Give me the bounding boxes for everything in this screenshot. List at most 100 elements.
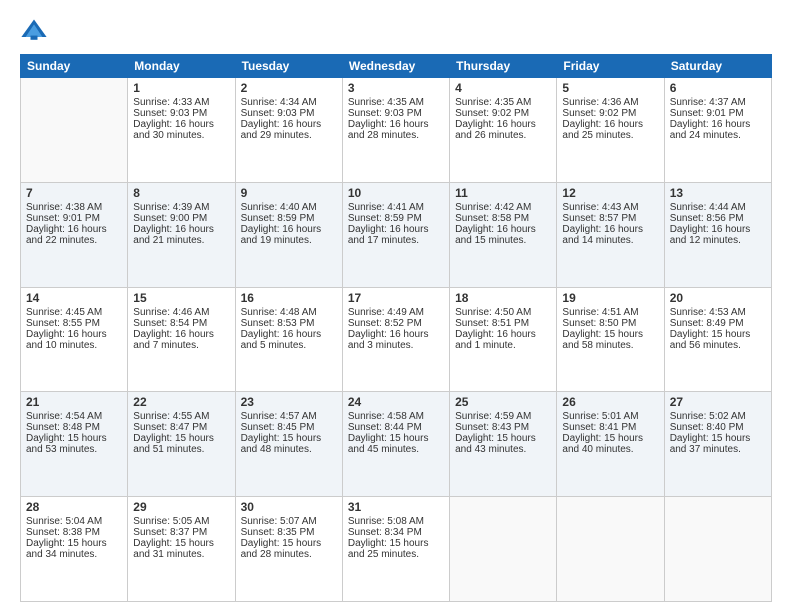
sunset-text: Sunset: 8:55 PM [26, 318, 122, 329]
day-number: 10 [348, 186, 444, 200]
sunrise-text: Sunrise: 4:50 AM [455, 307, 551, 318]
calendar-cell: 18Sunrise: 4:50 AMSunset: 8:51 PMDayligh… [450, 287, 557, 392]
sunrise-text: Sunrise: 4:42 AM [455, 202, 551, 213]
sunrise-text: Sunrise: 4:58 AM [348, 411, 444, 422]
day-number: 15 [133, 291, 229, 305]
day-number: 17 [348, 291, 444, 305]
calendar-cell: 22Sunrise: 4:55 AMSunset: 8:47 PMDayligh… [128, 392, 235, 497]
day-number: 5 [562, 81, 658, 95]
sunset-text: Sunset: 9:03 PM [133, 108, 229, 119]
calendar-cell: 3Sunrise: 4:35 AMSunset: 9:03 PMDaylight… [342, 78, 449, 183]
sunrise-text: Sunrise: 4:34 AM [241, 97, 337, 108]
day-number: 2 [241, 81, 337, 95]
calendar-cell: 19Sunrise: 4:51 AMSunset: 8:50 PMDayligh… [557, 287, 664, 392]
sunrise-text: Sunrise: 4:38 AM [26, 202, 122, 213]
daylight-text: Daylight: 15 hours and 53 minutes. [26, 433, 122, 455]
calendar-cell: 15Sunrise: 4:46 AMSunset: 8:54 PMDayligh… [128, 287, 235, 392]
calendar-cell: 11Sunrise: 4:42 AMSunset: 8:58 PMDayligh… [450, 182, 557, 287]
daylight-text: Daylight: 15 hours and 40 minutes. [562, 433, 658, 455]
sunrise-text: Sunrise: 5:02 AM [670, 411, 766, 422]
calendar-cell: 9Sunrise: 4:40 AMSunset: 8:59 PMDaylight… [235, 182, 342, 287]
sunrise-text: Sunrise: 4:43 AM [562, 202, 658, 213]
header [20, 16, 772, 44]
daylight-text: Daylight: 15 hours and 45 minutes. [348, 433, 444, 455]
calendar-cell [557, 497, 664, 602]
sunset-text: Sunset: 8:50 PM [562, 318, 658, 329]
sunrise-text: Sunrise: 4:41 AM [348, 202, 444, 213]
day-number: 12 [562, 186, 658, 200]
sunrise-text: Sunrise: 4:54 AM [26, 411, 122, 422]
page: SundayMondayTuesdayWednesdayThursdayFrid… [0, 0, 792, 612]
calendar-cell: 21 Sunrise: 4:54 AMSunset: 8:48 PMDayligh… [21, 392, 128, 497]
sunset-text: Sunset: 9:01 PM [670, 108, 766, 119]
sunrise-text: Sunrise: 4:37 AM [670, 97, 766, 108]
calendar-header-row: SundayMondayTuesdayWednesdayThursdayFrid… [21, 55, 772, 78]
calendar-header-thursday: Thursday [450, 55, 557, 78]
calendar-cell: 20Sunrise: 4:53 AMSunset: 8:49 PMDayligh… [664, 287, 771, 392]
day-number: 3 [348, 81, 444, 95]
daylight-text: Daylight: 16 hours and 15 minutes. [455, 224, 551, 246]
calendar-week-4: 21Sunrise: 4:54 AMSunset: 8:48 PMDayligh… [21, 392, 772, 497]
sunrise-text: Sunrise: 4:49 AM [348, 307, 444, 318]
calendar-cell: 24Sunrise: 4:58 AMSunset: 8:44 PMDayligh… [342, 392, 449, 497]
sunrise-text: Sunrise: 4:33 AM [133, 97, 229, 108]
day-number: 22 [133, 395, 229, 409]
daylight-text: Daylight: 16 hours and 1 minute. [455, 329, 551, 351]
day-number: 7 [26, 186, 122, 200]
sunrise-text: Sunrise: 4:36 AM [562, 97, 658, 108]
calendar-cell: 29Sunrise: 5:05 AMSunset: 8:37 PMDayligh… [128, 497, 235, 602]
sunrise-text: Sunrise: 4:48 AM [241, 307, 337, 318]
sunrise-text: Sunrise: 5:05 AM [133, 516, 229, 527]
calendar-cell: 7Sunrise: 4:38 AMSunset: 9:01 PMDaylight… [21, 182, 128, 287]
daylight-text: Daylight: 16 hours and 28 minutes. [348, 119, 444, 141]
day-number: 25 [455, 395, 551, 409]
sunset-text: Sunset: 8:51 PM [455, 318, 551, 329]
daylight-text: Daylight: 16 hours and 7 minutes. [133, 329, 229, 351]
sunset-text: Sunset: 8:35 PM [241, 527, 337, 538]
sunrise-text: Sunrise: 4:40 AM [241, 202, 337, 213]
daylight-text: Daylight: 15 hours and 43 minutes. [455, 433, 551, 455]
sunrise-text: Sunrise: 4:55 AM [133, 411, 229, 422]
daylight-text: Daylight: 15 hours and 48 minutes. [241, 433, 337, 455]
daylight-text: Daylight: 15 hours and 58 minutes. [562, 329, 658, 351]
sunrise-text: Sunrise: 4:45 AM [26, 307, 122, 318]
calendar-cell: 17Sunrise: 4:49 AMSunset: 8:52 PMDayligh… [342, 287, 449, 392]
day-number: 20 [670, 291, 766, 305]
calendar-cell: 13Sunrise: 4:44 AMSunset: 8:56 PMDayligh… [664, 182, 771, 287]
sunrise-text: Sunrise: 4:39 AM [133, 202, 229, 213]
day-number: 27 [670, 395, 766, 409]
sunrise-text: Sunrise: 5:01 AM [562, 411, 658, 422]
day-number: 26 [562, 395, 658, 409]
sunset-text: Sunset: 8:40 PM [670, 422, 766, 433]
calendar-cell: 16Sunrise: 4:48 AMSunset: 8:53 PMDayligh… [235, 287, 342, 392]
daylight-text: Daylight: 16 hours and 5 minutes. [241, 329, 337, 351]
logo [20, 16, 50, 44]
calendar-cell: 8Sunrise: 4:39 AMSunset: 9:00 PMDaylight… [128, 182, 235, 287]
calendar-header-wednesday: Wednesday [342, 55, 449, 78]
daylight-text: Daylight: 16 hours and 14 minutes. [562, 224, 658, 246]
calendar-cell [21, 78, 128, 183]
calendar-cell [450, 497, 557, 602]
sunset-text: Sunset: 9:00 PM [133, 213, 229, 224]
sunset-text: Sunset: 8:37 PM [133, 527, 229, 538]
calendar-cell: 2Sunrise: 4:34 AMSunset: 9:03 PMDaylight… [235, 78, 342, 183]
daylight-text: Daylight: 15 hours and 51 minutes. [133, 433, 229, 455]
calendar-cell: 5Sunrise: 4:36 AMSunset: 9:02 PMDaylight… [557, 78, 664, 183]
sunset-text: Sunset: 8:56 PM [670, 213, 766, 224]
day-number: 21 [26, 395, 122, 409]
sunrise-text: Sunrise: 4:46 AM [133, 307, 229, 318]
day-number: 9 [241, 186, 337, 200]
calendar-cell: 12Sunrise: 4:43 AMSunset: 8:57 PMDayligh… [557, 182, 664, 287]
sunset-text: Sunset: 8:58 PM [455, 213, 551, 224]
sunset-text: Sunset: 9:03 PM [348, 108, 444, 119]
daylight-text: Daylight: 16 hours and 12 minutes. [670, 224, 766, 246]
day-number: 23 [241, 395, 337, 409]
sunset-text: Sunset: 8:48 PM [26, 422, 122, 433]
calendar-week-3: 14 Sunrise: 4:45 AMSunset: 8:55 PM Dayligh… [21, 287, 772, 392]
sunset-text: Sunset: 8:53 PM [241, 318, 337, 329]
day-number: 14 [26, 291, 122, 305]
sunset-text: Sunset: 8:59 PM [348, 213, 444, 224]
day-number: 6 [670, 81, 766, 95]
sunset-text: Sunset: 9:01 PM [26, 213, 122, 224]
sunrise-text: Sunrise: 4:57 AM [241, 411, 337, 422]
